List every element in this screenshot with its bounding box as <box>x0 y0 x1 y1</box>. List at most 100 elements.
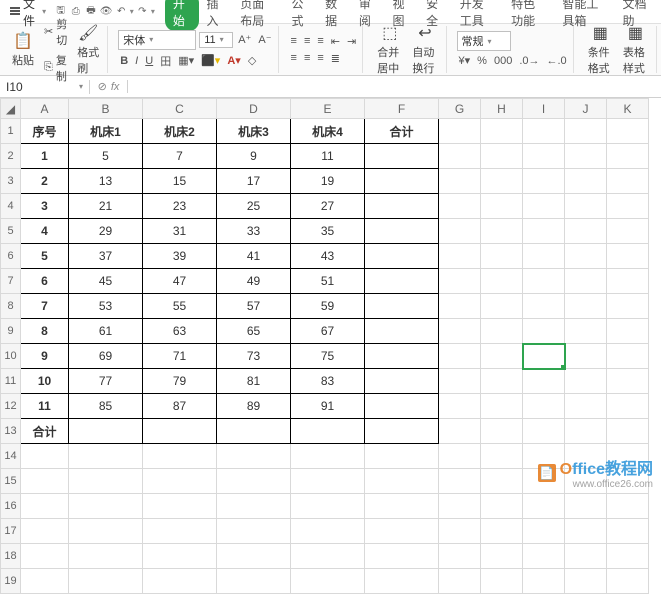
cell[interactable]: 机床4 <box>291 119 365 144</box>
cell[interactable] <box>69 419 143 444</box>
chevron-down-icon[interactable]: ▾ <box>130 7 134 16</box>
col-header[interactable]: J <box>565 99 607 119</box>
col-header[interactable]: G <box>439 99 481 119</box>
cell[interactable] <box>481 219 523 244</box>
cell[interactable] <box>565 294 607 319</box>
cell[interactable]: 89 <box>217 394 291 419</box>
cell[interactable] <box>217 519 291 544</box>
cell[interactable]: 39 <box>143 244 217 269</box>
font-size-select[interactable]: 11▾ <box>199 32 233 48</box>
indent-left-icon[interactable]: ⇤ <box>329 34 342 49</box>
cell[interactable]: 25 <box>217 194 291 219</box>
increase-decimal-icon[interactable]: .0→ <box>517 54 541 68</box>
cell[interactable] <box>481 494 523 519</box>
cell[interactable]: 73 <box>217 344 291 369</box>
cell[interactable] <box>365 369 439 394</box>
cell[interactable] <box>143 469 217 494</box>
cell[interactable] <box>365 344 439 369</box>
cell[interactable] <box>481 344 523 369</box>
row-header[interactable]: 8 <box>1 294 21 319</box>
cell[interactable] <box>365 494 439 519</box>
cell[interactable] <box>439 219 481 244</box>
cell[interactable] <box>291 494 365 519</box>
cell[interactable] <box>565 319 607 344</box>
cell[interactable] <box>217 494 291 519</box>
underline-icon[interactable]: U <box>143 54 155 68</box>
cell[interactable] <box>365 419 439 444</box>
cell[interactable]: 45 <box>69 269 143 294</box>
cell[interactable] <box>565 194 607 219</box>
cell[interactable]: 合计 <box>21 419 69 444</box>
cell[interactable] <box>439 119 481 144</box>
cell[interactable] <box>523 144 565 169</box>
border-icon[interactable]: ▦▾ <box>176 53 196 68</box>
cell[interactable] <box>565 394 607 419</box>
cell[interactable] <box>143 569 217 594</box>
cell[interactable]: 53 <box>69 294 143 319</box>
cell[interactable] <box>291 544 365 569</box>
cell[interactable]: 65 <box>217 319 291 344</box>
cell[interactable]: 合计 <box>365 119 439 144</box>
cell[interactable] <box>523 294 565 319</box>
cell[interactable] <box>523 319 565 344</box>
align-bottom-icon[interactable]: ≡ <box>315 34 325 48</box>
row-header[interactable]: 12 <box>1 394 21 419</box>
cell[interactable] <box>523 344 565 369</box>
col-header[interactable]: C <box>143 99 217 119</box>
cell[interactable] <box>607 394 649 419</box>
redo-icon[interactable]: ↷ <box>136 4 149 20</box>
cell[interactable]: 87 <box>143 394 217 419</box>
cell[interactable] <box>481 194 523 219</box>
cell[interactable]: 5 <box>69 144 143 169</box>
fill-color-icon[interactable]: ⬛▾ <box>199 53 222 68</box>
undo-icon[interactable]: ↶ <box>115 4 128 20</box>
cell[interactable] <box>143 419 217 444</box>
italic-icon[interactable]: I <box>133 54 140 68</box>
clear-format-icon[interactable]: ◇ <box>246 53 258 68</box>
cell[interactable] <box>607 519 649 544</box>
cell[interactable] <box>607 294 649 319</box>
cell[interactable]: 57 <box>217 294 291 319</box>
cell[interactable] <box>365 444 439 469</box>
cell[interactable]: 6 <box>21 269 69 294</box>
currency-icon[interactable]: ¥▾ <box>457 53 473 68</box>
col-header[interactable]: I <box>523 99 565 119</box>
cell[interactable] <box>607 169 649 194</box>
cell[interactable] <box>607 544 649 569</box>
cell[interactable] <box>439 344 481 369</box>
fx-label[interactable]: fx <box>90 80 128 93</box>
row-header[interactable]: 4 <box>1 194 21 219</box>
cell[interactable]: 7 <box>143 144 217 169</box>
cell[interactable] <box>291 419 365 444</box>
align-top-icon[interactable]: ≡ <box>289 34 299 48</box>
cell[interactable] <box>217 544 291 569</box>
cell[interactable] <box>565 569 607 594</box>
col-header[interactable]: F <box>365 99 439 119</box>
cell[interactable]: 51 <box>291 269 365 294</box>
cell[interactable]: 43 <box>291 244 365 269</box>
cell[interactable] <box>607 369 649 394</box>
cell[interactable] <box>523 119 565 144</box>
align-left-icon[interactable]: ≡ <box>289 51 299 65</box>
preview-icon[interactable]: 👁 <box>99 4 112 20</box>
cell[interactable] <box>21 444 69 469</box>
cell[interactable] <box>439 319 481 344</box>
cell[interactable] <box>143 494 217 519</box>
cell[interactable] <box>69 569 143 594</box>
cell[interactable]: 机床2 <box>143 119 217 144</box>
cell[interactable] <box>565 269 607 294</box>
cell[interactable]: 61 <box>69 319 143 344</box>
select-all-corner[interactable]: ◢ <box>1 99 21 119</box>
orientation-icon[interactable]: ≣ <box>329 51 342 66</box>
row-header[interactable]: 9 <box>1 319 21 344</box>
cell[interactable]: 3 <box>21 194 69 219</box>
cell[interactable]: 17 <box>217 169 291 194</box>
cell[interactable]: 55 <box>143 294 217 319</box>
cell[interactable] <box>481 169 523 194</box>
cell[interactable]: 5 <box>21 244 69 269</box>
cell[interactable] <box>439 569 481 594</box>
row-header[interactable]: 14 <box>1 444 21 469</box>
cell[interactable] <box>439 294 481 319</box>
chevron-down-icon[interactable]: ▾ <box>151 7 155 16</box>
cell[interactable] <box>607 419 649 444</box>
